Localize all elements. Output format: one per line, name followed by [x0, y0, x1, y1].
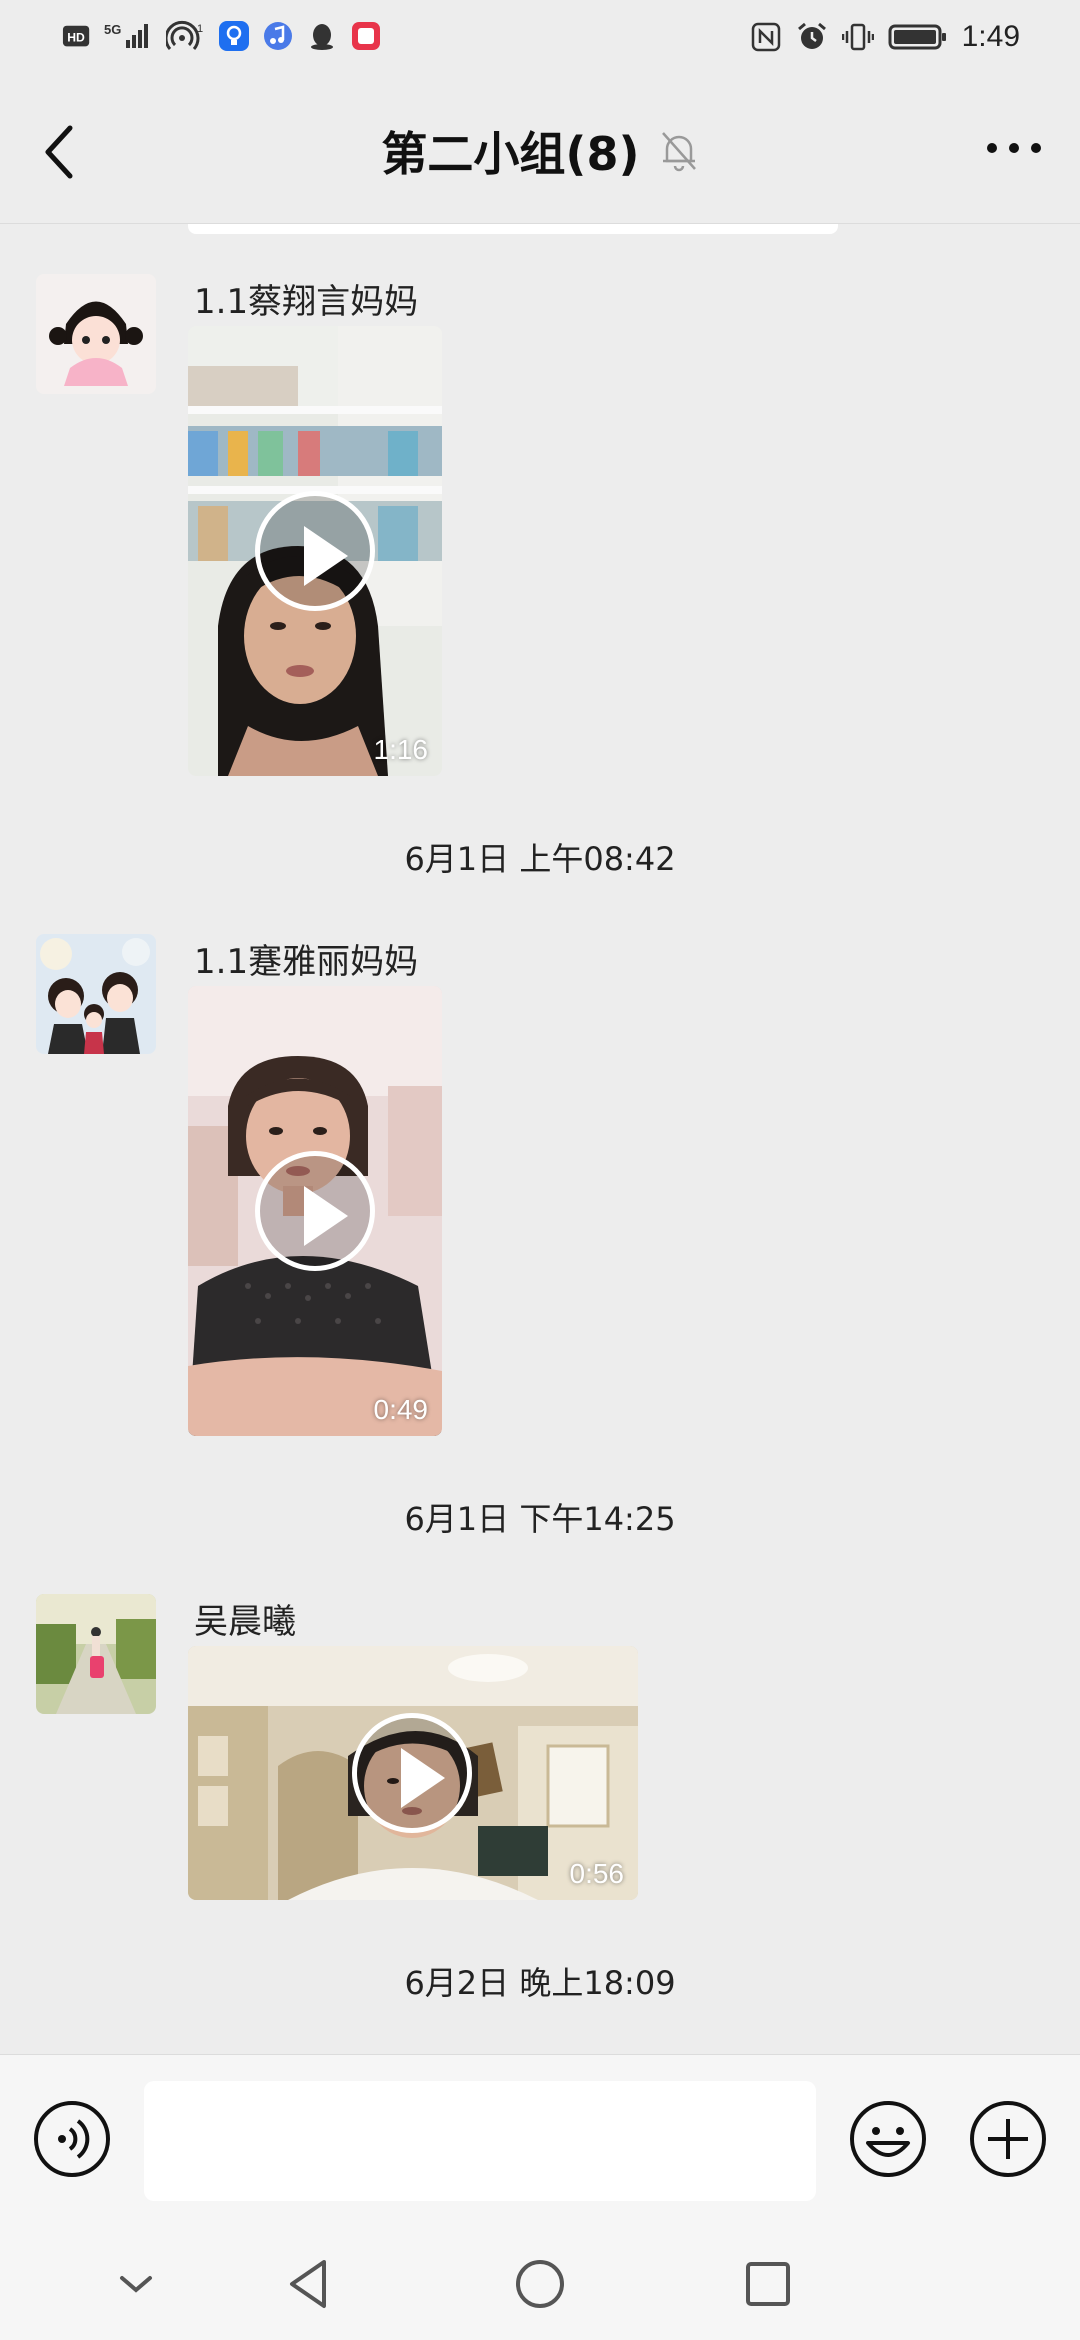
- collapse-icon[interactable]: [106, 2254, 166, 2314]
- avatar[interactable]: [36, 274, 156, 394]
- message-timestamp: 6月1日 下午14:25: [404, 1500, 676, 1538]
- sender-name: 1.1蹇雅丽妈妈: [194, 942, 419, 982]
- sender-name: 1.1蔡翔言妈妈: [194, 282, 419, 322]
- svg-text:5G: 5G: [104, 22, 121, 37]
- system-nav-bar: [0, 2226, 1080, 2340]
- more-dots-icon[interactable]: [984, 128, 1044, 168]
- svg-text:HD: HD: [67, 31, 85, 45]
- video-duration: 0:56: [569, 1858, 625, 1889]
- signal-5g-icon: 5G: [104, 22, 148, 48]
- input-bar: [0, 2054, 1080, 2226]
- lightbulb-app-icon: [219, 21, 249, 51]
- sender-name: 吴晨曦: [194, 1602, 296, 1642]
- video-message[interactable]: 1:16: [188, 326, 442, 776]
- chat-header: 第二小组(8): [0, 84, 1080, 224]
- play-icon[interactable]: [352, 1713, 472, 1833]
- page-title: 第二小组(8): [381, 127, 640, 181]
- avatar[interactable]: [36, 1594, 156, 1714]
- status-bar: HD 5G 1 1:49: [0, 0, 1080, 84]
- message-timestamp: 6月2日 晚上18:09: [404, 1964, 676, 2002]
- message-timestamp: 6月1日 上午08:42: [404, 840, 676, 878]
- clock: 1:49: [961, 20, 1020, 53]
- play-icon[interactable]: [255, 1151, 375, 1271]
- hd-icon: HD: [62, 25, 90, 47]
- back-triangle-icon[interactable]: [280, 2254, 340, 2314]
- avatar[interactable]: [36, 934, 156, 1054]
- nfc-icon: [751, 22, 780, 52]
- music-app-icon: [264, 22, 292, 50]
- voice-input-icon[interactable]: [32, 2099, 112, 2179]
- video-duration: 1:16: [373, 734, 429, 765]
- vibrate-icon: [841, 23, 874, 51]
- red-app-icon: [352, 22, 380, 50]
- bell-muted-icon: [661, 132, 696, 172]
- title-bar: 第二小组(8): [0, 118, 1080, 184]
- qq-icon: [311, 24, 333, 50]
- video-duration: 0:49: [373, 1394, 429, 1425]
- svg-text:1: 1: [197, 23, 203, 35]
- message-input[interactable]: [144, 2081, 816, 2201]
- previous-message-edge: [188, 224, 838, 234]
- alarm-icon: [797, 22, 826, 49]
- video-message[interactable]: 0:56: [188, 1646, 638, 1900]
- emoji-icon[interactable]: [848, 2099, 928, 2179]
- battery-icon: [888, 24, 946, 50]
- hotspot-icon: 1: [166, 20, 203, 50]
- recents-square-icon[interactable]: [738, 2254, 798, 2314]
- plus-circle-icon[interactable]: [968, 2099, 1048, 2179]
- video-message[interactable]: 0:49: [188, 986, 442, 1436]
- play-icon[interactable]: [255, 491, 375, 611]
- home-circle-icon[interactable]: [510, 2254, 570, 2314]
